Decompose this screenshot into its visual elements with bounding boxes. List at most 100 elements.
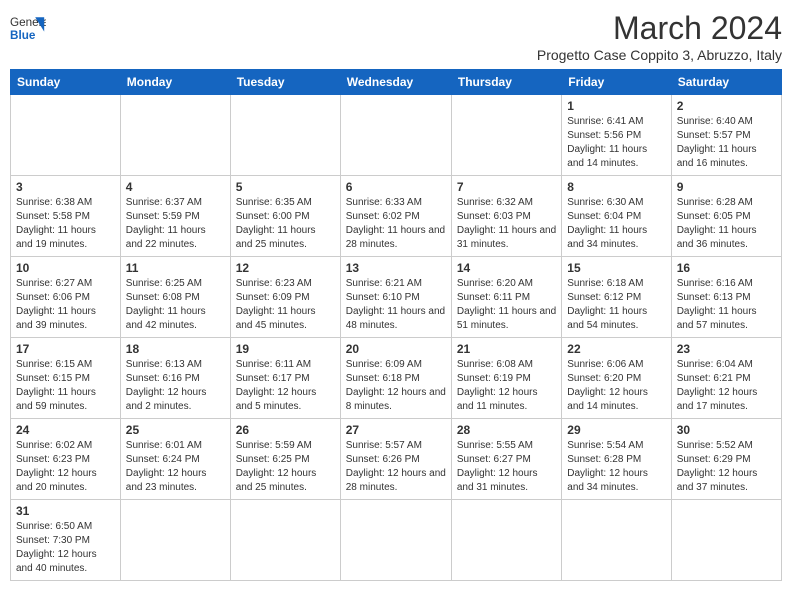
day-info: Sunrise: 5:55 AM Sunset: 6:27 PM Dayligh… [457,439,556,495]
day-info: Sunrise: 6:08 AM Sunset: 6:19 PM Dayligh… [457,358,556,414]
day-info: Sunrise: 6:18 AM Sunset: 6:12 PM Dayligh… [567,277,665,333]
day-number: 20 [346,342,446,356]
day-info: Sunrise: 6:02 AM Sunset: 6:23 PM Dayligh… [16,439,115,495]
day-number: 13 [346,261,446,275]
calendar-day-cell: 20 Sunrise: 6:09 AM Sunset: 6:18 PM Dayli… [340,338,451,419]
month-title: March 2024 [537,10,782,47]
calendar-day-cell: 25 Sunrise: 6:01 AM Sunset: 6:24 PM Dayli… [120,419,230,500]
day-number: 17 [16,342,115,356]
day-info: Sunrise: 6:33 AM Sunset: 6:02 PM Dayligh… [346,196,446,252]
day-number: 29 [567,423,665,437]
calendar-day-cell: 2Sunrise: 6:40 AM Sunset: 5:57 PM Daylig… [671,95,781,176]
day-info: Sunrise: 6:04 AM Sunset: 6:21 PM Dayligh… [677,358,776,414]
day-info: Sunrise: 6:15 AM Sunset: 6:15 PM Dayligh… [16,358,115,414]
calendar-day-cell: 11 Sunrise: 6:25 AM Sunset: 6:08 PM Dayli… [120,257,230,338]
day-number: 18 [126,342,225,356]
day-number: 1 [567,99,665,113]
calendar-week-row: 31 Sunrise: 6:50 AM Sunset: 7:30 PM Dayli… [11,500,782,581]
calendar-day-cell [120,500,230,581]
day-number: 11 [126,261,225,275]
calendar-table: SundayMondayTuesdayWednesdayThursdayFrid… [10,69,782,581]
day-number: 6 [346,180,446,194]
day-info: Sunrise: 6:09 AM Sunset: 6:18 PM Dayligh… [346,358,446,414]
day-number: 19 [236,342,335,356]
calendar-day-cell: 17 Sunrise: 6:15 AM Sunset: 6:15 PM Dayli… [11,338,121,419]
page-header: General Blue March 2024 Progetto Case Co… [10,10,782,63]
day-info: Sunrise: 5:59 AM Sunset: 6:25 PM Dayligh… [236,439,335,495]
day-info: Sunrise: 6:41 AM Sunset: 5:56 PM Dayligh… [567,115,665,171]
weekday-header-row: SundayMondayTuesdayWednesdayThursdayFrid… [11,70,782,95]
day-number: 22 [567,342,665,356]
calendar-day-cell [340,500,451,581]
calendar-day-cell: 21Sunrise: 6:08 AM Sunset: 6:19 PM Dayli… [451,338,561,419]
day-info: Sunrise: 6:28 AM Sunset: 6:05 PM Dayligh… [677,196,776,252]
day-info: Sunrise: 6:32 AM Sunset: 6:03 PM Dayligh… [457,196,556,252]
day-info: Sunrise: 6:01 AM Sunset: 6:24 PM Dayligh… [126,439,225,495]
calendar-day-cell: 12 Sunrise: 6:23 AM Sunset: 6:09 PM Dayli… [230,257,340,338]
calendar-day-cell: 6 Sunrise: 6:33 AM Sunset: 6:02 PM Daylig… [340,176,451,257]
calendar-day-cell: 31 Sunrise: 6:50 AM Sunset: 7:30 PM Dayli… [11,500,121,581]
day-number: 15 [567,261,665,275]
weekday-header-cell: Sunday [11,70,121,95]
day-info: Sunrise: 6:35 AM Sunset: 6:00 PM Dayligh… [236,196,335,252]
calendar-day-cell [451,95,561,176]
calendar-day-cell [230,500,340,581]
weekday-header-cell: Tuesday [230,70,340,95]
day-number: 26 [236,423,335,437]
calendar-day-cell: 5Sunrise: 6:35 AM Sunset: 6:00 PM Daylig… [230,176,340,257]
day-number: 30 [677,423,776,437]
day-info: Sunrise: 6:20 AM Sunset: 6:11 PM Dayligh… [457,277,556,333]
day-info: Sunrise: 5:54 AM Sunset: 6:28 PM Dayligh… [567,439,665,495]
calendar-day-cell: 14 Sunrise: 6:20 AM Sunset: 6:11 PM Dayli… [451,257,561,338]
day-number: 31 [16,504,115,518]
calendar-day-cell: 8Sunrise: 6:30 AM Sunset: 6:04 PM Daylig… [562,176,671,257]
day-info: Sunrise: 6:38 AM Sunset: 5:58 PM Dayligh… [16,196,115,252]
calendar-day-cell: 1 Sunrise: 6:41 AM Sunset: 5:56 PM Daylig… [562,95,671,176]
day-number: 16 [677,261,776,275]
calendar-day-cell [120,95,230,176]
day-info: Sunrise: 6:23 AM Sunset: 6:09 PM Dayligh… [236,277,335,333]
day-number: 14 [457,261,556,275]
day-number: 10 [16,261,115,275]
calendar-day-cell: 9Sunrise: 6:28 AM Sunset: 6:05 PM Daylig… [671,176,781,257]
day-number: 23 [677,342,776,356]
calendar-day-cell: 29 Sunrise: 5:54 AM Sunset: 6:28 PM Dayli… [562,419,671,500]
day-info: Sunrise: 6:40 AM Sunset: 5:57 PM Dayligh… [677,115,776,171]
day-number: 28 [457,423,556,437]
day-info: Sunrise: 6:13 AM Sunset: 6:16 PM Dayligh… [126,358,225,414]
calendar-day-cell: 24Sunrise: 6:02 AM Sunset: 6:23 PM Dayli… [11,419,121,500]
calendar-body: 1 Sunrise: 6:41 AM Sunset: 5:56 PM Daylig… [11,95,782,581]
logo-icon: General Blue [10,10,46,46]
day-info: Sunrise: 6:27 AM Sunset: 6:06 PM Dayligh… [16,277,115,333]
calendar-day-cell: 10 Sunrise: 6:27 AM Sunset: 6:06 PM Dayli… [11,257,121,338]
logo: General Blue [10,10,46,46]
calendar-day-cell: 18 Sunrise: 6:13 AM Sunset: 6:16 PM Dayli… [120,338,230,419]
svg-text:Blue: Blue [10,29,36,42]
day-info: Sunrise: 6:16 AM Sunset: 6:13 PM Dayligh… [677,277,776,333]
calendar-week-row: 17 Sunrise: 6:15 AM Sunset: 6:15 PM Dayli… [11,338,782,419]
day-info: Sunrise: 6:21 AM Sunset: 6:10 PM Dayligh… [346,277,446,333]
weekday-header-cell: Friday [562,70,671,95]
calendar-day-cell [340,95,451,176]
day-info: Sunrise: 5:57 AM Sunset: 6:26 PM Dayligh… [346,439,446,495]
day-number: 12 [236,261,335,275]
calendar-day-cell [671,500,781,581]
weekday-header-cell: Monday [120,70,230,95]
weekday-header-cell: Thursday [451,70,561,95]
calendar-day-cell: 16 Sunrise: 6:16 AM Sunset: 6:13 PM Dayli… [671,257,781,338]
day-number: 25 [126,423,225,437]
calendar-day-cell: 3 Sunrise: 6:38 AM Sunset: 5:58 PM Daylig… [11,176,121,257]
day-number: 27 [346,423,446,437]
day-info: Sunrise: 6:30 AM Sunset: 6:04 PM Dayligh… [567,196,665,252]
calendar-day-cell: 13 Sunrise: 6:21 AM Sunset: 6:10 PM Dayli… [340,257,451,338]
day-info: Sunrise: 6:06 AM Sunset: 6:20 PM Dayligh… [567,358,665,414]
calendar-week-row: 24Sunrise: 6:02 AM Sunset: 6:23 PM Dayli… [11,419,782,500]
calendar-day-cell: 30Sunrise: 5:52 AM Sunset: 6:29 PM Dayli… [671,419,781,500]
calendar-day-cell [562,500,671,581]
calendar-day-cell: 4Sunrise: 6:37 AM Sunset: 5:59 PM Daylig… [120,176,230,257]
day-info: Sunrise: 6:37 AM Sunset: 5:59 PM Dayligh… [126,196,225,252]
day-number: 3 [16,180,115,194]
day-info: Sunrise: 6:50 AM Sunset: 7:30 PM Dayligh… [16,520,115,576]
calendar-day-cell: 27 Sunrise: 5:57 AM Sunset: 6:26 PM Dayli… [340,419,451,500]
day-info: Sunrise: 6:25 AM Sunset: 6:08 PM Dayligh… [126,277,225,333]
